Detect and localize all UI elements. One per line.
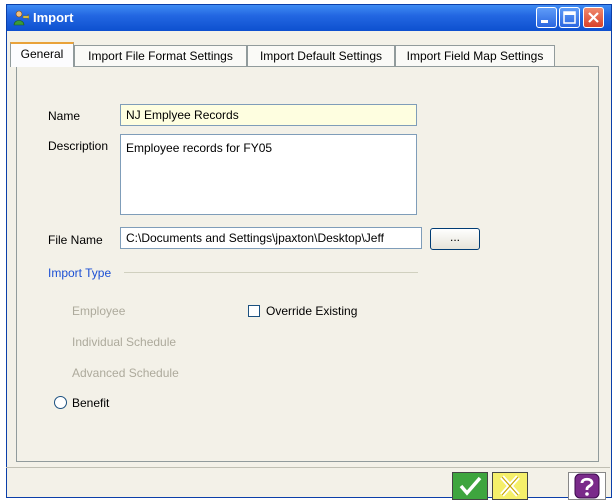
title-bar[interactable]: Import xyxy=(7,5,611,31)
help-button[interactable] xyxy=(568,472,606,500)
bottom-divider xyxy=(6,467,610,468)
option-benefit-label: Benefit xyxy=(72,396,110,410)
window-title: Import xyxy=(33,10,74,25)
description-textarea[interactable]: Employee records for FY05 xyxy=(120,134,417,215)
name-label: Name xyxy=(48,109,81,123)
browse-button[interactable]: ... xyxy=(430,228,480,250)
x-icon xyxy=(500,475,520,497)
benefit-radio[interactable] xyxy=(54,396,67,409)
minimize-button[interactable] xyxy=(536,7,557,28)
name-input[interactable]: NJ Emplyee Records xyxy=(120,104,417,126)
cancel-button[interactable] xyxy=(492,472,528,500)
tab-import-field-map-settings[interactable]: Import Field Map Settings xyxy=(395,45,555,67)
close-button[interactable] xyxy=(583,7,604,28)
import-type-label: Import Type xyxy=(48,266,112,280)
ok-button[interactable] xyxy=(452,472,488,500)
maximize-button[interactable] xyxy=(559,7,580,28)
checkmark-icon xyxy=(459,476,482,496)
file-name-label: File Name xyxy=(48,233,103,247)
override-existing-checkbox[interactable] xyxy=(248,305,260,317)
option-employee-label: Employee xyxy=(72,304,126,318)
question-icon xyxy=(574,473,600,499)
minimize-icon xyxy=(541,20,548,23)
option-advanced-schedule-label: Advanced Schedule xyxy=(72,366,179,380)
override-existing-label: Override Existing xyxy=(266,304,358,318)
import-person-icon xyxy=(13,10,29,26)
tab-general[interactable]: General xyxy=(10,42,74,67)
description-label: Description xyxy=(48,139,109,153)
tab-import-file-format-settings[interactable]: Import File Format Settings xyxy=(74,45,247,67)
close-icon xyxy=(588,12,599,23)
file-name-input[interactable]: C:\Documents and Settings\jpaxton\Deskto… xyxy=(120,227,422,249)
import-type-divider xyxy=(124,272,418,273)
maximize-icon xyxy=(563,11,576,24)
tab-import-default-settings[interactable]: Import Default Settings xyxy=(247,45,395,67)
option-individual-schedule-label: Individual Schedule xyxy=(72,335,177,349)
